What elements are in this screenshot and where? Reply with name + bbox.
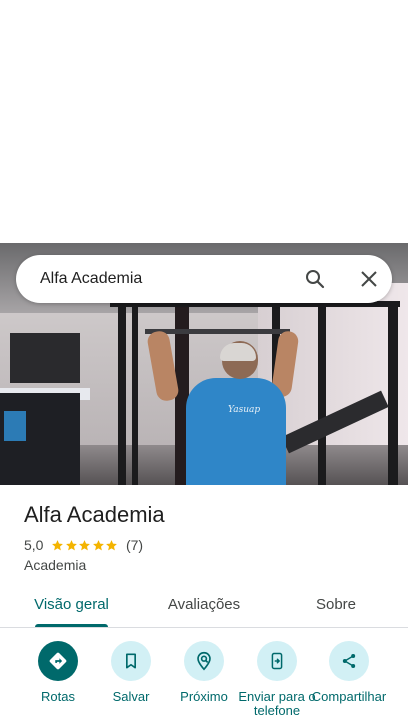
directions-button[interactable]: Rotas: [18, 641, 98, 704]
active-tab-indicator: [35, 624, 108, 627]
share-button[interactable]: Compartilhar: [309, 641, 389, 704]
bookmark-icon[interactable]: [111, 641, 151, 681]
nearby-label: Próximo: [180, 689, 228, 704]
search-box[interactable]: [16, 255, 392, 303]
directions-label: Rotas: [41, 689, 75, 704]
star-icon: [79, 539, 91, 550]
share-label: Compartilhar: [311, 689, 387, 704]
photo-shirt-logo: Yasuap: [228, 405, 261, 415]
star-icon: [66, 539, 77, 550]
search-input[interactable]: [40, 255, 290, 303]
review-count[interactable]: (7): [126, 537, 143, 553]
send-to-phone-label: Enviar para o telefone: [238, 689, 316, 718]
action-bar: Rotas Salvar Próximo Enviar para o telef…: [0, 641, 408, 726]
send-to-phone-icon[interactable]: [257, 641, 297, 681]
share-icon[interactable]: [329, 641, 369, 681]
photo-rack-post: [318, 303, 326, 485]
search-icon[interactable]: [303, 267, 327, 291]
photo-rack-post: [388, 303, 398, 485]
photo-rack-post: [132, 303, 138, 485]
rating-value: 5,0: [24, 537, 44, 553]
star-icon: [106, 539, 118, 550]
rating-row[interactable]: 5,0 (7): [24, 537, 143, 553]
close-icon[interactable]: [357, 267, 381, 291]
map-area-blank: [0, 0, 408, 243]
photo-person: [186, 378, 286, 485]
send-to-phone-button[interactable]: Enviar para o telefone: [237, 641, 317, 718]
tab-about[interactable]: Sobre: [300, 585, 372, 627]
rating-stars: [51, 539, 119, 552]
place-tabs: Visão geral Avaliações Sobre: [0, 585, 408, 628]
tab-overview[interactable]: Visão geral: [23, 585, 120, 627]
tab-reviews[interactable]: Avaliações: [154, 585, 254, 627]
save-button[interactable]: Salvar: [91, 641, 171, 704]
photo-cap: [220, 343, 256, 361]
photo-screen: [4, 411, 26, 441]
photo-machine: [10, 333, 80, 383]
nearby-button[interactable]: Próximo: [164, 641, 244, 704]
photo-rack-post: [118, 303, 126, 485]
save-label: Salvar: [112, 689, 150, 704]
directions-icon[interactable]: [38, 641, 78, 681]
nearby-icon[interactable]: [184, 641, 224, 681]
star-icon: [93, 539, 104, 550]
place-title: Alfa Academia: [24, 502, 165, 527]
star-icon: [52, 539, 64, 550]
place-category[interactable]: Academia: [24, 557, 86, 573]
